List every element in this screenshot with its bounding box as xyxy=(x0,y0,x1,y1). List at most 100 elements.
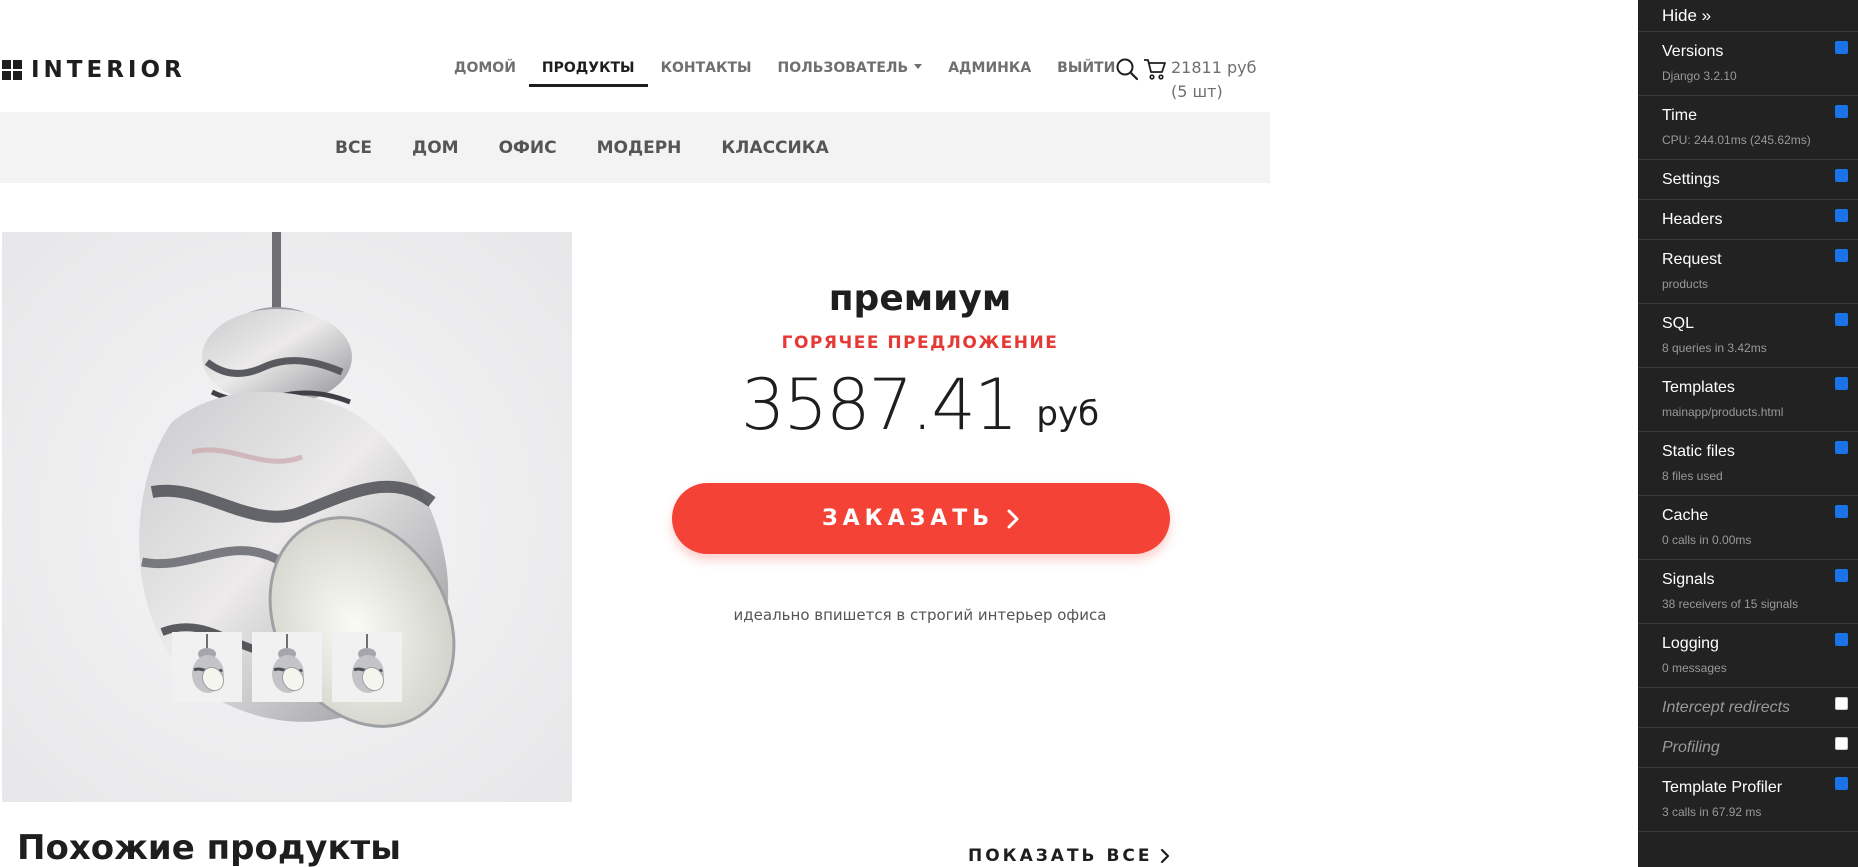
panel-toggle-checkbox[interactable] xyxy=(1835,569,1848,582)
panel-title: Settings xyxy=(1662,171,1720,188)
panel-toggle-checkbox[interactable] xyxy=(1835,777,1848,790)
search-icon[interactable] xyxy=(1115,57,1139,81)
nav-admin[interactable]: АДМИНКА xyxy=(935,50,1044,85)
panel-title: Profiling xyxy=(1662,739,1720,756)
price-value: 3587.41 xyxy=(740,364,1018,446)
panel-toggle-checkbox[interactable] xyxy=(1835,697,1848,710)
lamp-thumbnail-image xyxy=(272,634,305,693)
panel-toggle-checkbox[interactable] xyxy=(1835,505,1848,518)
debug-toolbar-hide-button[interactable]: Hide » xyxy=(1638,0,1858,32)
main-nav: ДОМОЙ ПРОДУКТЫ КОНТАКТЫ ПОЛЬЗОВАТЕЛЬ АДМ… xyxy=(441,50,1128,87)
category-bar: ВСЕ ДОМ ОФИС МОДЕРН КЛАССИКА xyxy=(0,112,1270,183)
debug-panel-static-files[interactable]: Static files 8 files used xyxy=(1638,432,1858,496)
debug-panel-profiling[interactable]: Profiling xyxy=(1638,728,1858,768)
lamp-thumbnail-image xyxy=(352,634,385,693)
product-description: идеально впишется в строгий интерьер офи… xyxy=(733,606,1107,624)
product-info: премиум ГОРЯЧЕЕ ПРЕДЛОЖЕНИЕ 3587.41 руб xyxy=(620,270,1220,445)
panel-subtitle: 38 receivers of 15 signals xyxy=(1662,597,1799,611)
category-office[interactable]: ОФИС xyxy=(499,138,557,158)
cart-count: (5 шт) xyxy=(1171,82,1223,101)
cart-icon[interactable] xyxy=(1143,57,1167,81)
panel-toggle-checkbox[interactable] xyxy=(1835,169,1848,182)
pendant-lamp-image xyxy=(2,232,572,802)
debug-panel-request[interactable]: Request products xyxy=(1638,240,1858,304)
cart-summary[interactable]: 21811 руб (5 шт) xyxy=(1171,56,1261,104)
price-currency: руб xyxy=(1036,394,1100,434)
nav-contacts[interactable]: КОНТАКТЫ xyxy=(648,50,765,85)
panel-title: Templates xyxy=(1662,379,1735,396)
panel-toggle-checkbox[interactable] xyxy=(1835,249,1848,262)
debug-panel-logging[interactable]: Logging 0 messages xyxy=(1638,624,1858,688)
panel-title: Template Profiler xyxy=(1662,779,1783,796)
thumbnail-1[interactable] xyxy=(172,632,242,702)
thumbnail-2[interactable] xyxy=(252,632,322,702)
panel-title: Request xyxy=(1662,251,1722,268)
nav-user-label: ПОЛЬЗОВАТЕЛЬ xyxy=(777,60,909,76)
panel-title: Cache xyxy=(1662,507,1709,524)
order-button-label: ЗАКАЗАТЬ xyxy=(821,506,995,531)
panel-title: Intercept redirects xyxy=(1662,699,1791,716)
debug-panel-versions[interactable]: Versions Django 3.2.10 xyxy=(1638,32,1858,96)
panel-toggle-checkbox[interactable] xyxy=(1835,737,1848,750)
panel-toggle-checkbox[interactable] xyxy=(1835,41,1848,54)
panel-title: Signals xyxy=(1662,571,1715,588)
debug-panel-time[interactable]: Time CPU: 244.01ms (245.62ms) xyxy=(1638,96,1858,160)
panel-subtitle: 8 queries in 3.42ms xyxy=(1662,341,1767,355)
category-modern[interactable]: МОДЕРН xyxy=(597,138,682,158)
panel-subtitle: 3 calls in 67.92 ms xyxy=(1662,805,1762,819)
thumbnail-3[interactable] xyxy=(332,632,402,702)
panel-title: Logging xyxy=(1662,635,1719,652)
caret-down-icon xyxy=(914,64,923,69)
panel-toggle-checkbox[interactable] xyxy=(1835,633,1848,646)
panel-title: Headers xyxy=(1662,211,1723,228)
category-list: ВСЕ ДОМ ОФИС МОДЕРН КЛАССИКА xyxy=(335,112,869,183)
panel-subtitle: mainapp/products.html xyxy=(1662,405,1784,419)
debug-panel-intercept-redirects[interactable]: Intercept redirects xyxy=(1638,688,1858,728)
panel-subtitle: 0 messages xyxy=(1662,661,1727,675)
debug-toolbar: Hide » Versions Django 3.2.10 Time CPU: … xyxy=(1638,0,1858,867)
panel-toggle-checkbox[interactable] xyxy=(1835,209,1848,222)
panel-subtitle: 0 calls in 0.00ms xyxy=(1662,533,1752,547)
panel-subtitle: products xyxy=(1662,277,1709,291)
product-name: премиум xyxy=(828,278,1012,319)
debug-panel-cache[interactable]: Cache 0 calls in 0.00ms xyxy=(1638,496,1858,560)
thumbnail-strip xyxy=(172,632,402,702)
panel-subtitle: 8 files used xyxy=(1662,469,1723,483)
debug-panel-headers[interactable]: Headers xyxy=(1638,200,1858,240)
price-row: 3587.41 руб xyxy=(620,365,1220,445)
chevron-right-icon xyxy=(1007,509,1019,528)
panel-toggle-checkbox[interactable] xyxy=(1835,105,1848,118)
nav-user-dropdown[interactable]: ПОЛЬЗОВАТЕЛЬ xyxy=(765,50,936,85)
category-home[interactable]: ДОМ xyxy=(412,138,459,158)
debug-panel-sql[interactable]: SQL 8 queries in 3.42ms xyxy=(1638,304,1858,368)
panel-toggle-checkbox[interactable] xyxy=(1835,377,1848,390)
debug-panel-settings[interactable]: Settings xyxy=(1638,160,1858,200)
panel-title: Versions xyxy=(1662,43,1724,60)
panel-title: Time xyxy=(1662,107,1697,124)
product-image xyxy=(2,232,572,802)
logo[interactable]: INTERIOR xyxy=(2,57,186,83)
panel-toggle-checkbox[interactable] xyxy=(1835,313,1848,326)
panel-toggle-checkbox[interactable] xyxy=(1835,441,1848,454)
category-classic[interactable]: КЛАССИКА xyxy=(721,138,828,158)
panel-title: Static files xyxy=(1662,443,1735,460)
debug-panel-templates[interactable]: Templates mainapp/products.html xyxy=(1638,368,1858,432)
panel-subtitle: CPU: 244.01ms (245.62ms) xyxy=(1662,133,1811,147)
show-all-label: ПОКАЗАТЬ ВСЕ xyxy=(968,846,1153,866)
related-products-title: Похожие продукты xyxy=(17,828,401,867)
chevron-right-icon xyxy=(1161,848,1170,864)
site-header: INTERIOR ДОМОЙ ПРОДУКТЫ КОНТАКТЫ ПОЛЬЗОВ… xyxy=(0,0,1270,112)
logo-grid-icon xyxy=(2,60,22,80)
debug-panel-signals[interactable]: Signals 38 receivers of 15 signals xyxy=(1638,560,1858,624)
order-button[interactable]: ЗАКАЗАТЬ xyxy=(672,483,1170,554)
panel-subtitle: Django 3.2.10 xyxy=(1662,69,1737,83)
category-all[interactable]: ВСЕ xyxy=(335,138,372,158)
debug-panel-template-profiler[interactable]: Template Profiler 3 calls in 67.92 ms xyxy=(1638,768,1858,832)
nav-home[interactable]: ДОМОЙ xyxy=(441,50,529,85)
nav-products[interactable]: ПРОДУКТЫ xyxy=(528,50,648,87)
logo-text: INTERIOR xyxy=(31,57,186,83)
show-all-link[interactable]: ПОКАЗАТЬ ВСЕ xyxy=(968,846,1170,866)
hot-offer-badge: ГОРЯЧЕЕ ПРЕДЛОЖЕНИЕ xyxy=(781,333,1059,353)
panel-title: SQL xyxy=(1662,315,1695,332)
lamp-thumbnail-image xyxy=(192,634,225,693)
